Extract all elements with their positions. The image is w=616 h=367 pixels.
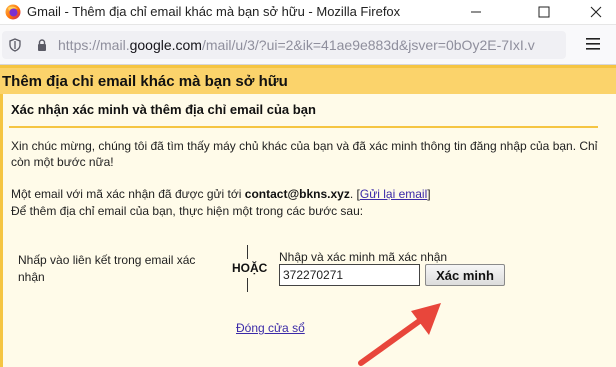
window-title: Gmail - Thêm địa chỉ email khác mà bạn s… [27, 4, 401, 19]
lock-icon[interactable] [35, 38, 49, 52]
or-divider-top [247, 245, 248, 259]
close-icon[interactable] [587, 3, 605, 21]
sent-email: contact@bkns.xyz [244, 187, 350, 201]
section-subtitle: Xác nhận xác minh và thêm địa chỉ email … [11, 102, 316, 117]
or-divider-bottom [247, 278, 248, 292]
instruction-text: Để thêm địa chỉ email của bạn, thực hiện… [11, 204, 364, 218]
url-host: google.com [129, 37, 202, 53]
minimize-icon[interactable] [467, 3, 485, 21]
sent-suffix: ] [427, 187, 431, 201]
url-path: /mail/u/3/?ui=2&ik=41ae9e883d&jsver=0bOy… [201, 37, 535, 53]
or-label: HOẶC [232, 261, 268, 275]
url-bar[interactable]: https://mail.google.com/mail/u/3/?ui=2&i… [2, 31, 566, 59]
verify-button[interactable]: Xác minh [425, 264, 505, 286]
left-border [0, 94, 3, 367]
annotation-arrow-icon [358, 303, 441, 366]
verification-code-input[interactable] [279, 264, 420, 286]
hamburger-menu-icon[interactable] [585, 37, 601, 51]
section-divider [9, 126, 598, 128]
dialog-header: Thêm địa chỉ email khác mà bạn sở hữu [0, 68, 616, 94]
dialog-content: Thêm địa chỉ email khác mà bạn sở hữu Xá… [0, 65, 616, 367]
click-link-option: Nhấp vào liên kết trong email xác nhận [18, 253, 196, 284]
close-window-link[interactable]: Đóng cửa sổ [236, 321, 305, 335]
sent-notice: Một email với mã xác nhận đã được gửi tớ… [11, 186, 601, 202]
shield-icon[interactable] [8, 38, 22, 52]
sent-mid: . [ [349, 187, 360, 201]
firefox-icon [5, 4, 21, 20]
maximize-icon[interactable] [535, 3, 553, 21]
congrats-text: Xin chúc mừng, chúng tôi đã tìm thấy máy… [11, 139, 598, 169]
url-text[interactable]: https://mail.google.com/mail/u/3/?ui=2&i… [58, 37, 558, 53]
resend-email-link[interactable]: Gửi lại email [360, 187, 427, 201]
browser-navbar: https://mail.google.com/mail/u/3/?ui=2&i… [0, 25, 616, 65]
url-prefix: https://mail. [58, 37, 130, 53]
window-titlebar: Gmail - Thêm địa chỉ email khác mà bạn s… [0, 0, 616, 25]
dialog-title: Thêm địa chỉ email khác mà bạn sở hữu [2, 73, 288, 90]
sent-prefix: Một email với mã xác nhận đã được gửi tớ… [11, 187, 245, 201]
code-field-label: Nhập và xác minh mã xác nhận [279, 250, 448, 264]
